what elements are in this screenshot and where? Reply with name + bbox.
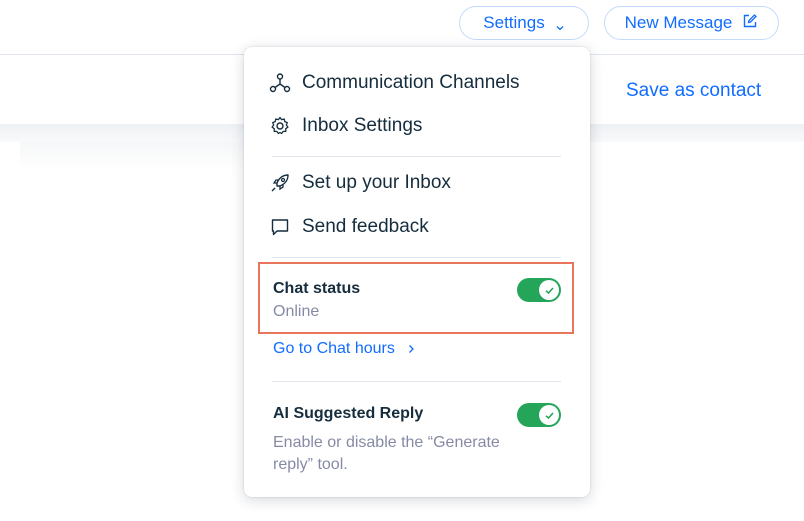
check-icon <box>539 405 559 425</box>
ai-reply-toggle[interactable] <box>517 403 561 427</box>
new-message-button[interactable]: New Message <box>604 6 779 40</box>
menu-item-label: Set up your Inbox <box>302 172 451 193</box>
chat-status-title: Chat status <box>273 280 361 297</box>
new-message-label: New Message <box>624 13 733 32</box>
menu-item-communication-channels[interactable]: Communication Channels <box>269 72 520 94</box>
menu-item-send-feedback[interactable]: Send feedback <box>269 216 429 238</box>
menu-item-label: Send feedback <box>302 216 429 237</box>
ai-reply-title: AI Suggested Reply <box>273 405 424 422</box>
chat-bubble-icon <box>269 216 291 238</box>
compose-icon <box>742 13 758 34</box>
menu-divider <box>272 257 561 258</box>
settings-button[interactable]: Settings <box>459 6 589 40</box>
menu-item-label: Inbox Settings <box>302 115 423 136</box>
check-icon <box>539 280 559 300</box>
rocket-icon <box>269 172 291 194</box>
settings-dropdown: Communication Channels Inbox Settings Se… <box>244 47 590 497</box>
settings-button-label: Settings <box>483 13 545 32</box>
chat-status-value: Online <box>273 303 320 320</box>
chevron-right-icon <box>408 345 414 353</box>
menu-divider <box>272 381 561 382</box>
menu-item-set-up-inbox[interactable]: Set up your Inbox <box>269 172 451 194</box>
chat-hours-label: Go to Chat hours <box>273 340 395 357</box>
menu-item-label: Communication Channels <box>302 72 520 93</box>
menu-item-inbox-settings[interactable]: Inbox Settings <box>269 115 422 137</box>
ai-reply-description: Enable or disable the “Generate reply” t… <box>273 434 500 473</box>
go-to-chat-hours-link[interactable]: Go to Chat hours <box>273 340 415 358</box>
chat-status-toggle[interactable] <box>517 278 561 302</box>
save-as-contact-link[interactable]: Save as contact <box>626 80 761 102</box>
placeholder-shadow <box>20 142 260 172</box>
menu-divider <box>272 156 561 157</box>
chevron-down-icon <box>555 18 565 31</box>
gear-icon <box>269 115 291 137</box>
channels-icon <box>269 72 291 94</box>
